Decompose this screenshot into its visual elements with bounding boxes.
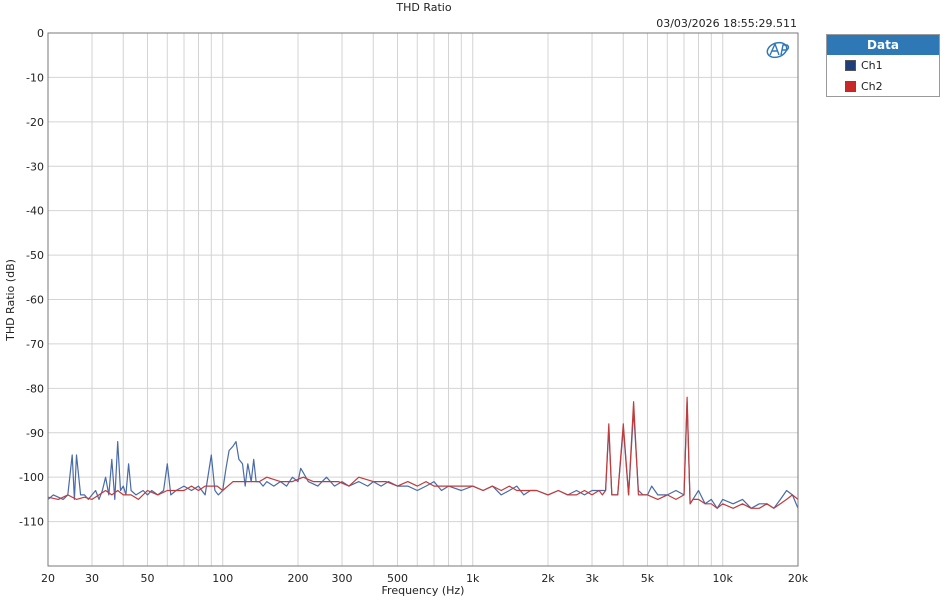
legend-swatch-ch2	[845, 81, 856, 92]
x-tick-label: 100	[212, 572, 233, 585]
x-tick-label: 5k	[641, 572, 655, 585]
y-tick-label: -10	[26, 71, 44, 84]
x-tick-label: 1k	[466, 572, 480, 585]
x-tick-label: 20k	[788, 572, 809, 585]
legend: Data Ch1 Ch2	[826, 34, 940, 97]
y-tick-label: -80	[26, 382, 44, 395]
x-tick-label: 3k	[585, 572, 599, 585]
y-tick-labels: 0 -10 -20 -30 -40 -50 -60 -70 -80 -90 -100 -110	[19, 27, 44, 529]
legend-label-ch1: Ch1	[861, 59, 883, 72]
y-axis-label: THD Ratio (dB)	[4, 259, 17, 342]
y-tick-label: -90	[26, 427, 44, 440]
x-tick-label: 50	[140, 572, 154, 585]
x-tick-label: 20	[41, 572, 55, 585]
y-tick-label: -50	[26, 249, 44, 262]
x-tick-label: 2k	[541, 572, 555, 585]
legend-item-ch2[interactable]: Ch2	[827, 76, 939, 97]
legend-item-ch1[interactable]: Ch1	[827, 55, 939, 76]
y-tick-label: 0	[37, 27, 44, 40]
y-tick-label: -30	[26, 160, 44, 173]
thd-chart: 20 30 50 100 200 300 500 1k 2k 3k 5k 10k 20k 0-10-20…	[4, 1, 809, 597]
x-tick-label: 300	[332, 572, 353, 585]
x-tick-label: 10k	[713, 572, 734, 585]
chart-title: THD Ratio	[395, 1, 451, 14]
y-tick-label: -20	[26, 116, 44, 129]
y-tick-label: -60	[26, 294, 44, 307]
y-tick-label: -40	[26, 205, 44, 218]
legend-label-ch2: Ch2	[861, 80, 883, 93]
x-tick-label: 30	[85, 572, 99, 585]
chart-timestamp: 03/03/2026 18:55:29.511	[656, 17, 797, 30]
x-axis-label: Frequency (Hz)	[382, 584, 465, 597]
y-tick-label: -100	[19, 471, 44, 484]
legend-swatch-ch1	[845, 60, 856, 71]
x-tick-label: 200	[288, 572, 309, 585]
legend-title: Data	[827, 35, 939, 55]
y-tick-label: -110	[19, 516, 44, 529]
y-tick-label: -70	[26, 338, 44, 351]
